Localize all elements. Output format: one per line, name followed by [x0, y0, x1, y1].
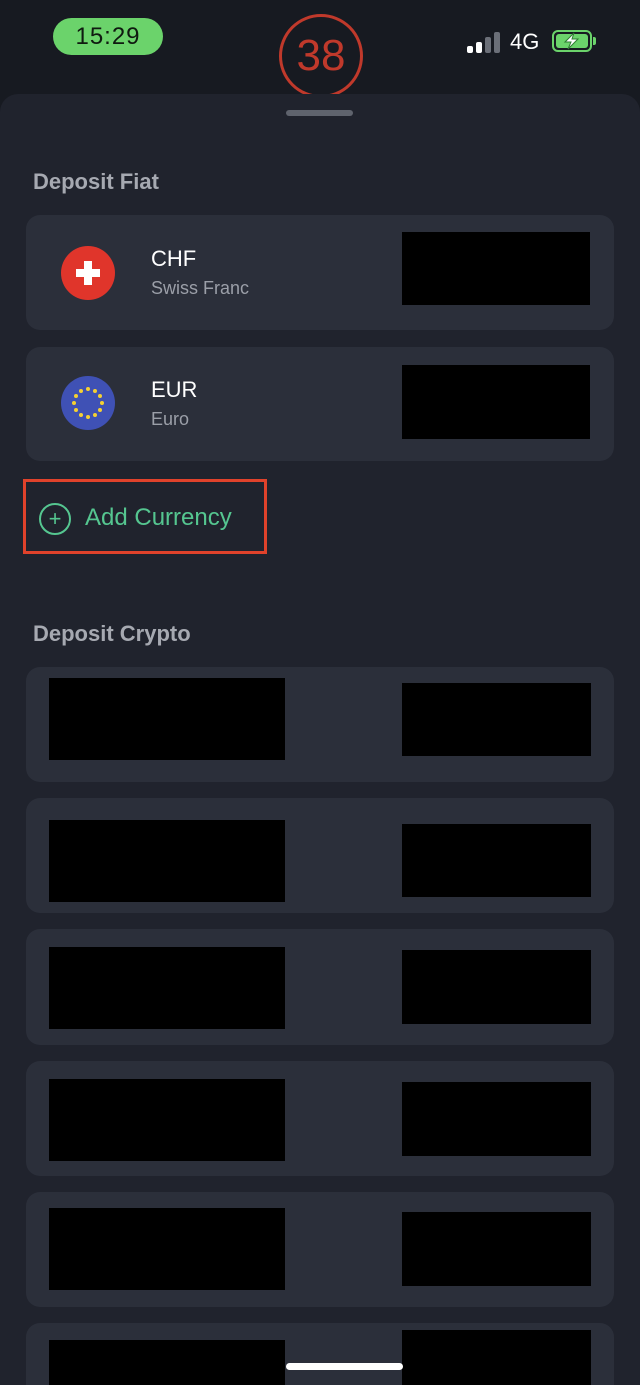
redacted-crypto-balance — [402, 824, 591, 897]
redacted-balance — [402, 232, 590, 305]
currency-code: EUR — [151, 377, 198, 402]
deposit-crypto-title: Deposit Crypto — [33, 621, 191, 646]
redacted-crypto-name — [49, 1208, 285, 1290]
redacted-crypto-name — [49, 947, 285, 1029]
currency-card-eur[interactable]: EUR Euro — [26, 347, 614, 461]
deposit-fiat-title: Deposit Fiat — [33, 169, 159, 194]
battery-icon — [552, 30, 592, 52]
plus-circle-icon[interactable]: + — [39, 503, 71, 535]
crypto-card[interactable] — [26, 798, 614, 913]
currency-card-chf[interactable]: CHF Swiss Franc — [26, 215, 614, 330]
status-time[interactable]: 15:29 — [53, 18, 163, 55]
add-currency-button[interactable]: Add Currency — [85, 504, 232, 532]
cellular-signal-icon — [467, 31, 501, 53]
redacted-crypto-balance — [402, 1212, 591, 1286]
status-bar: 15:29 38 4G — [0, 0, 640, 98]
redacted-crypto-name — [49, 1079, 285, 1161]
redacted-crypto-name — [49, 1340, 285, 1385]
redacted-crypto-balance — [402, 950, 591, 1024]
sheet-grabber[interactable] — [286, 110, 353, 116]
redacted-crypto-name — [49, 678, 285, 760]
battery-tip — [593, 37, 596, 45]
swiss-flag-icon — [61, 246, 115, 300]
crypto-card[interactable] — [26, 667, 614, 782]
crypto-card[interactable] — [26, 1061, 614, 1176]
currency-code: CHF — [151, 246, 197, 271]
redacted-crypto-balance — [402, 1330, 591, 1385]
currency-name: Euro — [151, 409, 190, 429]
redacted-balance — [402, 365, 590, 439]
redacted-crypto-name — [49, 820, 285, 902]
currency-name: Swiss Franc — [151, 278, 250, 298]
crypto-card[interactable] — [26, 1323, 614, 1385]
crypto-card[interactable] — [26, 929, 614, 1045]
redacted-crypto-balance — [402, 1082, 591, 1156]
counter-badge: 38 — [279, 14, 363, 98]
home-indicator — [286, 1363, 403, 1370]
network-type: 4G — [510, 29, 540, 54]
crypto-card[interactable] — [26, 1192, 614, 1307]
redacted-crypto-balance — [402, 683, 591, 756]
eu-flag-icon — [61, 376, 115, 430]
